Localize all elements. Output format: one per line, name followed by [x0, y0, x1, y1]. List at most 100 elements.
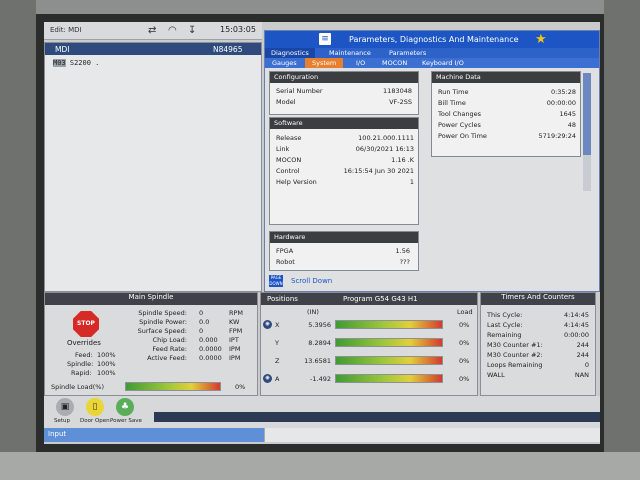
mdi-title: MDI [55, 45, 70, 54]
config-value: VF-2SS [389, 98, 412, 106]
spindle-unit: KW [229, 318, 240, 326]
pdm-title: Parameters, Diagnostics And Maintenance [349, 35, 519, 44]
axis-label: A [275, 375, 280, 383]
machine-label: Tool Changes [438, 110, 481, 118]
monitor-bezel-right [604, 0, 640, 480]
axis-load-meter [335, 338, 443, 347]
timer-label: M30 Counter #1: [487, 341, 543, 349]
timer-value: NAN [574, 371, 589, 379]
axis-load-value: 0% [459, 357, 470, 365]
tab-diagnostics[interactable]: Diagnostics [265, 48, 315, 58]
scroll-down-label[interactable]: Scroll Down [291, 277, 332, 285]
axis-x-icon[interactable]: ◉ [263, 320, 272, 329]
spindle-unit: FPM [229, 327, 243, 335]
pdm-scrollbar-thumb[interactable] [583, 73, 591, 155]
spindle-load-meter [125, 382, 221, 391]
spindle-label: Active Feed: [147, 354, 187, 362]
tab-keyboard-io[interactable]: Keyboard I/O [415, 58, 471, 68]
spindle-value: 0.0 [199, 318, 210, 326]
monitor-bezel-bottom [0, 452, 640, 480]
spindle-load-label: Spindle Load(%) [51, 383, 105, 391]
machine-value: 5719:29:24 [538, 132, 576, 140]
input-field[interactable]: Input [44, 428, 264, 442]
spindle-value: 0 [199, 327, 204, 335]
favorite-star-icon[interactable]: ★ [535, 32, 547, 47]
axis-value: 5.3956 [308, 321, 331, 329]
mdi-editor[interactable]: M03 S2200 . [53, 59, 99, 67]
timer-label: WALL [487, 371, 505, 379]
cnc-screen: Edit: MDI ⇄ ◠ ↧ 15:03:05 MDI N84965 M03 … [44, 22, 600, 444]
tab-parameters[interactable]: Parameters [383, 48, 432, 58]
machine-value: 1645 [559, 110, 576, 118]
tab-maintenance[interactable]: Maintenance [323, 48, 377, 58]
axis-load-value: 0% [459, 339, 470, 347]
positions-col-in: (IN) [307, 308, 319, 316]
machine-data-box: Machine Data Run Time 0:35:28 Bill Time … [431, 71, 581, 157]
software-label: Release [276, 134, 302, 142]
axis-load-value: 0% [459, 321, 470, 329]
configuration-box: Configuration Serial Number 1183048 Mode… [269, 71, 419, 115]
power-save-icon[interactable]: ♣ [116, 398, 134, 416]
timer-value: 244 [576, 341, 589, 349]
tab-gauges[interactable]: Gauges [265, 58, 304, 68]
status-bar: Edit: MDI ⇄ ◠ ↧ 15:03:05 [44, 22, 262, 40]
tab-mocon[interactable]: MOCON [375, 58, 414, 68]
tab-system[interactable]: System [305, 58, 344, 68]
spindle-label: Spindle Power: [139, 318, 187, 326]
timer-value: 4:14:45 [563, 321, 589, 329]
setup-lock-icon[interactable]: ▣ [56, 398, 74, 416]
software-label: Link [276, 145, 290, 153]
door-open-label: Door Open [80, 418, 110, 424]
spindle-unit: IPM [229, 345, 241, 353]
timers-header: Timers And Counters [481, 293, 595, 305]
door-open-icon[interactable]: ▯ [86, 398, 104, 416]
mdi-cursor-word: M03 [53, 59, 66, 67]
hardware-header: Hardware [270, 232, 418, 243]
menu-icon[interactable]: ≡ [319, 33, 331, 45]
timer-label: Remaining [487, 331, 522, 339]
spindle-unit: IPM [229, 354, 241, 362]
positions-title: Positions [267, 295, 298, 303]
positions-header: Positions Program G54 G43 H1 [261, 293, 477, 305]
software-value: 100.21.000.1111 [358, 134, 414, 142]
hardware-value: 1.56 [395, 247, 410, 255]
machine-value: 0:35:28 [550, 88, 576, 96]
spindle-label: Feed Rate: [152, 345, 187, 353]
tab-io[interactable]: I/O [349, 58, 372, 68]
positions-panel: Positions Program G54 G43 H1 (IN) Load ◉… [260, 292, 478, 396]
primary-tab-bar: Diagnostics Maintenance Parameters [265, 48, 599, 58]
timer-label: M30 Counter #2: [487, 351, 543, 359]
software-value: 1 [409, 178, 414, 186]
software-label: Control [276, 167, 300, 175]
stop-icon[interactable]: STOP [73, 311, 99, 337]
secondary-tab-bar: Gauges System I/O MOCON Keyboard I/O [265, 58, 599, 68]
spindle-label: Surface Speed: [137, 327, 187, 335]
timers-panel: Timers And Counters This Cycle: 4:14:45 … [480, 292, 596, 396]
axis-load-value: 0% [459, 375, 470, 383]
hardware-value: ??? [399, 258, 410, 266]
mdi-panel[interactable]: MDI N84965 M03 S2200 . [44, 42, 262, 292]
override-value: 100% [97, 351, 116, 359]
input-area[interactable] [264, 428, 600, 442]
timer-value: 0:00:00 [563, 331, 589, 339]
axis-a-icon[interactable]: ◉ [263, 374, 272, 383]
timer-value: 0 [584, 361, 589, 369]
axis-load-scale [336, 339, 442, 346]
axis-label: X [275, 321, 280, 329]
spindle-value: 0.000 [199, 336, 218, 344]
axis-load-scale [336, 375, 442, 382]
machine-label: Run Time [438, 88, 469, 96]
spindle-load-scale [126, 383, 220, 390]
mdi-code-text: S2200 . [65, 59, 100, 67]
power-save-label: Power Save [110, 418, 142, 424]
axis-load-meter [335, 320, 443, 329]
axis-label: Y [275, 339, 279, 347]
axis-load-meter [335, 374, 443, 383]
main-spindle-header: Main Spindle [45, 293, 257, 305]
override-label: Feed: [75, 351, 93, 359]
spindle-value: 0.0000 [199, 354, 222, 362]
wifi-icon: ◠ [168, 25, 177, 36]
axis-value: 8.2894 [308, 339, 331, 347]
timer-label: Loops Remaining [487, 361, 543, 369]
page-down-icon[interactable]: PAGE DOWN [269, 275, 283, 287]
